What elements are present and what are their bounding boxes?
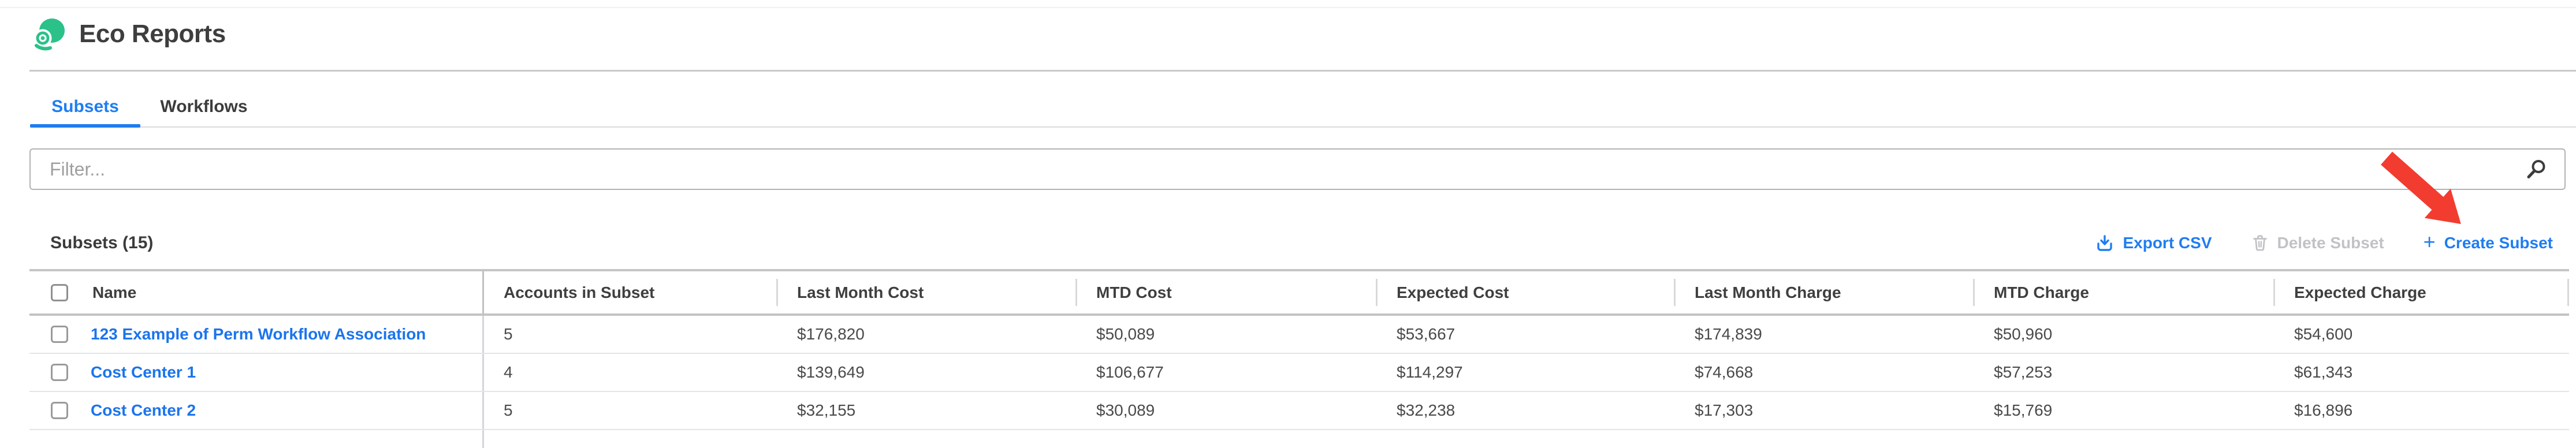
mtd-cost-cell: $30,089 xyxy=(1077,392,1377,429)
mtd-charge-cell: $15,769 xyxy=(1974,392,2275,429)
expected-charge-cell: $54,600 xyxy=(2275,316,2569,353)
trash-icon xyxy=(2251,234,2269,252)
column-label-expected-charge: Expected Charge xyxy=(2275,271,2569,313)
row-name-cell: Cost Center 2 xyxy=(29,392,484,429)
row-checkbox[interactable] xyxy=(51,364,68,381)
toolbar-actions: Export CSV Delete Subset + Create Subset xyxy=(2095,233,2553,253)
tab-workflows[interactable]: Workflows xyxy=(155,89,253,124)
expected-cost-cell: $114,297 xyxy=(1377,354,1675,391)
last-month-cost-cell: $176,820 xyxy=(777,316,1077,353)
header-divider xyxy=(29,70,2576,72)
subset-name-link[interactable]: Cost Center 2 xyxy=(91,401,196,420)
mtd-charge-cell: $50,960 xyxy=(1974,316,2275,353)
subset-name-link[interactable]: Cost Center 1 xyxy=(91,363,196,382)
search-icon[interactable] xyxy=(2525,159,2547,180)
tab-subsets[interactable]: Subsets xyxy=(30,89,140,124)
top-hairline xyxy=(0,7,2576,8)
column-label-last-month-charge: Last Month Charge xyxy=(1675,271,1974,313)
last-month-charge-cell: $174,839 xyxy=(1675,316,1974,353)
delete-subset-button[interactable]: Delete Subset xyxy=(2251,234,2384,252)
delete-subset-label: Delete Subset xyxy=(2277,234,2384,252)
table-row: 123 Example of Perm Workflow Association… xyxy=(29,316,2569,354)
table-row: Cost Center 2 5 $32,155 $30,089 $32,238 … xyxy=(29,392,2569,430)
table-header-name: Name xyxy=(29,271,484,313)
tabs-bottom-line xyxy=(30,126,2576,128)
page-title: Eco Reports xyxy=(79,20,226,48)
row-checkbox[interactable] xyxy=(51,326,68,343)
last-month-cost-cell: $139,649 xyxy=(777,354,1077,391)
mtd-cost-cell: $106,677 xyxy=(1077,354,1377,391)
eco-reports-page: Eco Reports Subsets Workflows Subsets (1… xyxy=(0,0,2576,448)
eco-logo-icon xyxy=(33,17,65,51)
filter-container xyxy=(29,148,2566,190)
subsets-table: Name Accounts in Subset Last Month Cost … xyxy=(29,269,2569,448)
plus-icon: + xyxy=(2424,232,2436,252)
expected-cost-cell: $32,238 xyxy=(1377,392,1675,429)
accounts-cell: 4 xyxy=(484,354,777,391)
column-label-mtd-charge: MTD Charge xyxy=(1974,271,2275,313)
expected-charge-cell: $61,343 xyxy=(2275,354,2569,391)
column-label-name: Name xyxy=(92,283,136,302)
row-name-cell: 123 Example of Perm Workflow Association xyxy=(29,316,484,353)
column-label-accounts: Accounts in Subset xyxy=(484,271,777,313)
expected-charge-cell: $16,896 xyxy=(2275,392,2569,429)
last-month-charge-cell: $17,303 xyxy=(1675,392,1974,429)
column-label-last-month-cost: Last Month Cost xyxy=(777,271,1077,313)
subsets-count-heading: Subsets (15) xyxy=(50,233,153,253)
accounts-cell: 5 xyxy=(484,392,777,429)
export-csv-button[interactable]: Export CSV xyxy=(2095,234,2212,252)
app-header: Eco Reports xyxy=(33,17,226,51)
filter-input[interactable] xyxy=(31,150,2525,189)
download-icon xyxy=(2095,234,2114,252)
list-header: Subsets (15) Export CSV xyxy=(50,230,2553,256)
column-label-mtd-cost: MTD Cost xyxy=(1077,271,1377,313)
table-header-row: Name Accounts in Subset Last Month Cost … xyxy=(29,269,2569,316)
column-label-expected-cost: Expected Cost xyxy=(1377,271,1675,313)
export-csv-label: Export CSV xyxy=(2123,234,2212,252)
subset-name-link[interactable]: 123 Example of Perm Workflow Association xyxy=(91,325,426,344)
last-month-charge-cell: $74,668 xyxy=(1675,354,1974,391)
last-month-cost-cell: $32,155 xyxy=(777,392,1077,429)
expected-cost-cell: $53,667 xyxy=(1377,316,1675,353)
create-subset-label: Create Subset xyxy=(2444,234,2553,252)
mtd-charge-cell: $57,253 xyxy=(1974,354,2275,391)
name-column-divider-tail xyxy=(29,430,484,448)
row-checkbox[interactable] xyxy=(51,402,68,419)
active-tab-underline xyxy=(30,124,140,128)
select-all-checkbox[interactable] xyxy=(51,284,68,301)
create-subset-button[interactable]: + Create Subset xyxy=(2424,233,2553,253)
mtd-cost-cell: $50,089 xyxy=(1077,316,1377,353)
table-row: Cost Center 1 4 $139,649 $106,677 $114,2… xyxy=(29,354,2569,392)
row-name-cell: Cost Center 1 xyxy=(29,354,484,391)
accounts-cell: 5 xyxy=(484,316,777,353)
